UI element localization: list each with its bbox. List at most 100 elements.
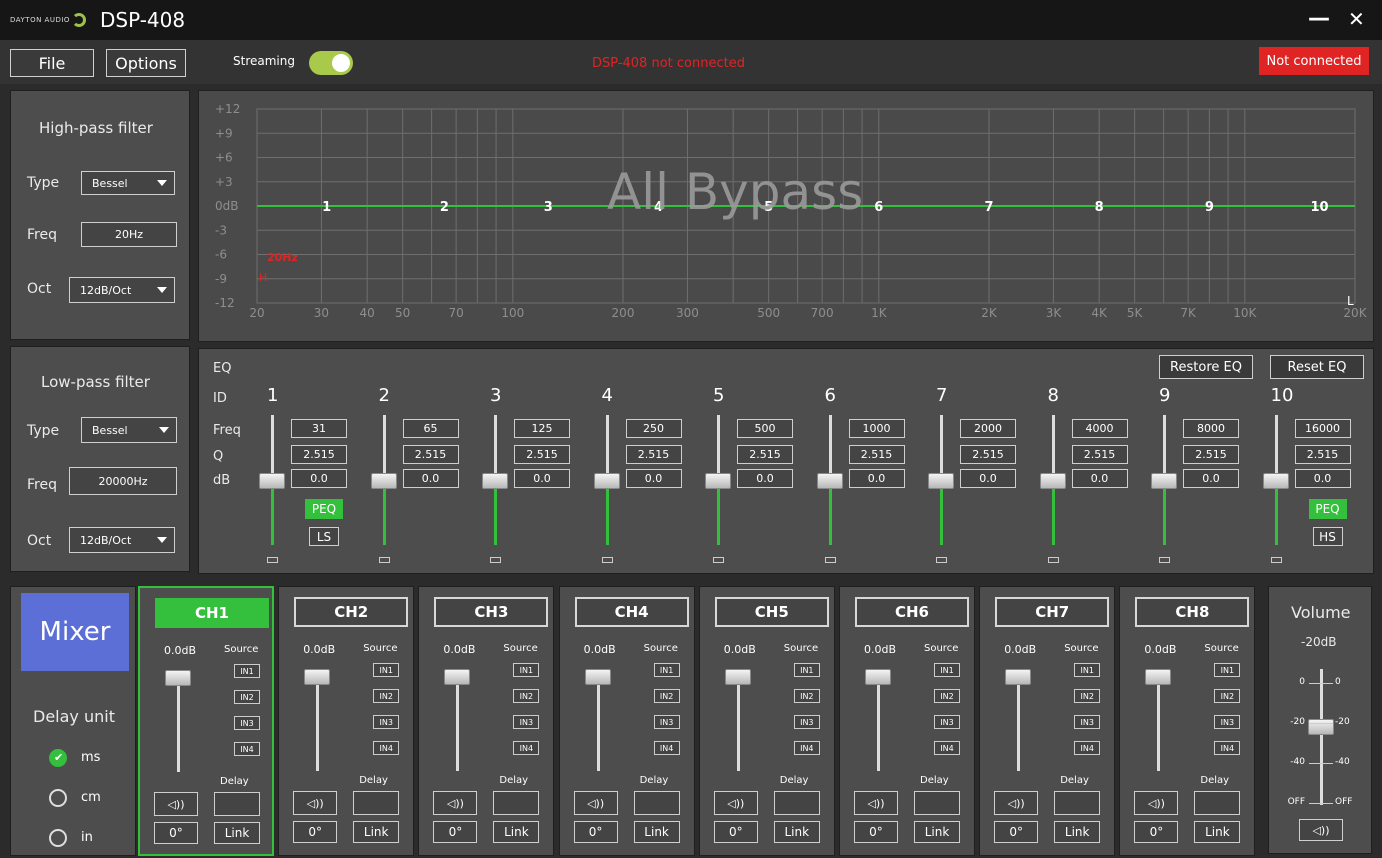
channel-fader[interactable] [444,669,471,685]
eq-band-gain-slider[interactable] [259,473,285,489]
channel-input-in4[interactable]: IN4 [1214,741,1241,755]
channel-mute-button[interactable]: ◁)) [1134,791,1179,815]
eq-band-freq-input[interactable]: 500 [737,419,793,438]
channel-link-button[interactable]: Link [214,822,260,844]
reset-eq-button[interactable]: Reset EQ [1270,355,1364,379]
channel-input-in2[interactable]: IN2 [513,689,540,703]
channel-mute-button[interactable]: ◁)) [854,791,898,815]
delay-unit-radio-in[interactable] [49,829,67,847]
volume-mute-button[interactable]: ◁)) [1299,819,1343,841]
channel-delay-input[interactable] [1194,791,1241,815]
options-button[interactable]: Options [106,49,186,77]
channel-input-in3[interactable]: IN3 [653,715,680,729]
eq-band-gain-slider[interactable] [816,473,843,489]
eq-band-q-input[interactable]: 2.515 [737,445,793,464]
lowpass-oct-select[interactable]: 12dB/Oct [69,527,175,553]
eq-band-db-input[interactable]: 0.0 [960,469,1016,488]
channel-delay-input[interactable] [214,792,260,816]
highpass-freq-input[interactable]: 20Hz [81,222,177,247]
channel-input-in3[interactable]: IN3 [513,715,540,729]
eq-band-gain-slider[interactable] [1262,473,1289,489]
channel-input-in4[interactable]: IN4 [653,741,680,755]
eq-band-freq-input[interactable]: 8000 [1183,419,1239,438]
channel-header[interactable]: CH7 [995,597,1110,627]
channel-input-in2[interactable]: IN2 [1214,689,1241,703]
channel-header[interactable]: CH1 [155,598,269,628]
eq-band-q-input[interactable]: 2.515 [848,445,905,464]
eq-band-db-input[interactable]: 0.0 [291,469,347,488]
channel-phase-button[interactable]: 0° [994,821,1039,843]
eq-band-db-input[interactable]: 0.0 [625,469,682,488]
channel-input-in3[interactable]: IN3 [373,715,400,729]
channel-input-in1[interactable]: IN1 [1214,663,1241,677]
channel-delay-input[interactable] [914,791,960,815]
eq-band-db-input[interactable]: 0.0 [402,469,459,488]
channel-header[interactable]: CH8 [1135,597,1250,627]
channel-header[interactable]: CH6 [855,597,969,627]
channel-fader[interactable] [304,669,331,685]
eq-band-shelf-button[interactable]: HS [1312,527,1343,546]
eq-band-q-input[interactable]: 2.515 [402,445,459,464]
channel-fader[interactable] [165,670,191,686]
minimize-button[interactable]: — [1308,6,1330,31]
channel-link-button[interactable]: Link [773,821,820,843]
eq-band-freq-input[interactable]: 1000 [848,419,905,438]
channel-input-in2[interactable]: IN2 [653,689,680,703]
channel-input-in4[interactable]: IN4 [1074,741,1101,755]
eq-band-db-input[interactable]: 0.0 [737,469,793,488]
eq-band-freq-input[interactable]: 125 [514,419,570,438]
eq-band-db-input[interactable]: 0.0 [1183,469,1239,488]
streaming-toggle[interactable] [309,51,353,75]
channel-input-in3[interactable]: IN3 [934,715,960,729]
channel-delay-input[interactable] [633,791,680,815]
eq-band-db-input[interactable]: 0.0 [848,469,905,488]
file-button[interactable]: File [10,49,94,77]
channel-fader[interactable] [1145,669,1172,685]
channel-link-button[interactable]: Link [1054,821,1101,843]
channel-phase-button[interactable]: 0° [713,821,758,843]
eq-band-q-input[interactable]: 2.515 [625,445,682,464]
lowpass-type-select[interactable]: Bessel [81,417,177,443]
eq-band-freq-input[interactable]: 250 [625,419,682,438]
channel-delay-input[interactable] [773,791,820,815]
channel-link-button[interactable]: Link [633,821,680,843]
channel-input-in4[interactable]: IN4 [373,741,400,755]
eq-band-gain-slider[interactable] [928,473,954,489]
eq-band-type-button[interactable]: PEQ [305,499,343,519]
delay-unit-radio-cm[interactable] [49,789,67,807]
eq-band-q-input[interactable]: 2.515 [960,445,1016,464]
channel-input-in2[interactable]: IN2 [1074,689,1101,703]
channel-input-in4[interactable]: IN4 [234,742,260,756]
channel-phase-button[interactable]: 0° [854,821,898,843]
eq-band-gain-slider[interactable] [1151,473,1177,489]
channel-input-in4[interactable]: IN4 [934,741,960,755]
channel-phase-button[interactable]: 0° [293,821,338,843]
highpass-type-select[interactable]: Bessel [81,171,175,195]
eq-band-freq-input[interactable]: 16000 [1294,419,1351,438]
channel-fader[interactable] [584,669,611,685]
channel-input-in1[interactable]: IN1 [373,663,400,677]
delay-unit-radio-ms[interactable]: ✔ [49,749,67,767]
highpass-oct-select[interactable]: 12dB/Oct [69,277,175,303]
eq-band-db-input[interactable]: 0.0 [1071,469,1128,488]
channel-mute-button[interactable]: ◁)) [713,791,758,815]
channel-input-in1[interactable]: IN1 [1074,663,1101,677]
channel-input-in4[interactable]: IN4 [793,741,820,755]
channel-mute-button[interactable]: ◁)) [994,791,1039,815]
channel-fader[interactable] [865,669,891,685]
channel-input-in1[interactable]: IN1 [934,663,960,677]
channel-input-in2[interactable]: IN2 [373,689,400,703]
eq-band-q-input[interactable]: 2.515 [1183,445,1239,464]
channel-input-in3[interactable]: IN3 [793,715,820,729]
channel-input-in3[interactable]: IN3 [1074,715,1101,729]
channel-fader[interactable] [724,669,751,685]
channel-link-button[interactable]: Link [1194,821,1241,843]
channel-fader[interactable] [1005,669,1032,685]
channel-phase-button[interactable]: 0° [1134,821,1179,843]
eq-band-freq-input[interactable]: 31 [291,419,347,438]
mixer-tab[interactable]: Mixer [21,593,129,671]
channel-input-in1[interactable]: IN1 [513,663,540,677]
channel-delay-input[interactable] [493,791,540,815]
eq-band-type-button[interactable]: PEQ [1308,499,1347,519]
channel-link-button[interactable]: Link [493,821,540,843]
